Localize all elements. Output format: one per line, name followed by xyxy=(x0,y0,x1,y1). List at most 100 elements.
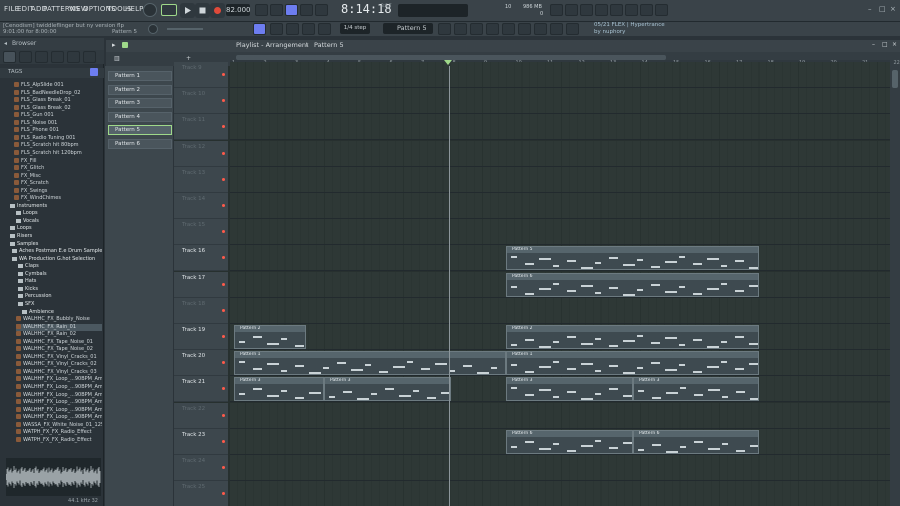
track-mute-led[interactable] xyxy=(222,99,225,103)
track-mute-led[interactable] xyxy=(222,125,225,129)
browser-file[interactable]: FLS_AlpSlide 001 xyxy=(14,82,102,89)
pat-song-toggle[interactable] xyxy=(143,3,157,17)
browser-folder[interactable]: Samples xyxy=(10,241,102,248)
browser-file[interactable]: FLS_Gun 001 xyxy=(14,112,102,119)
browser-folder[interactable]: Aches Postman E.e Drum Samples xyxy=(12,248,102,255)
track-header[interactable]: Track 22 xyxy=(174,402,228,429)
track-header[interactable]: Track 16 xyxy=(174,245,228,272)
piano-roll-icon[interactable] xyxy=(454,23,467,35)
pattern-clip[interactable]: Pattern 3 xyxy=(506,377,633,402)
pattern-clip[interactable]: Pattern 6 xyxy=(633,429,759,454)
vertical-scrollbar[interactable] xyxy=(890,66,900,506)
browser-folder[interactable]: SFX xyxy=(18,301,102,308)
step-mode-icon[interactable] xyxy=(253,23,266,35)
pattern-clip[interactable]: Pattern 6 xyxy=(506,429,633,454)
browser-file[interactable]: WALHHC_FX_Tape_Noise_02 xyxy=(16,346,102,353)
pattern-clip[interactable]: Pattern 2 xyxy=(234,325,306,349)
pattern-item[interactable]: Pattern 2 xyxy=(108,84,172,95)
browser-icon[interactable] xyxy=(502,23,515,35)
track-header[interactable]: Track 13 xyxy=(174,166,228,193)
track-mute-led[interactable] xyxy=(222,230,225,234)
track-lane[interactable] xyxy=(230,62,890,88)
browser-folder[interactable]: Kicks xyxy=(18,286,102,293)
track-mute-led[interactable] xyxy=(222,204,225,207)
pattern-selector[interactable]: Pattern 5 xyxy=(383,23,433,34)
pattern-item[interactable]: Pattern 1 xyxy=(108,71,172,81)
microphone-icon[interactable] xyxy=(565,4,578,16)
mixer-view-icon[interactable] xyxy=(486,23,499,35)
chat-icon[interactable] xyxy=(640,4,653,16)
wait-input-icon[interactable] xyxy=(270,4,283,16)
browser-file[interactable]: WATPH_FX_FX_Radio_Effect xyxy=(16,436,102,444)
master-volume-knob[interactable] xyxy=(148,24,158,34)
magnet-icon[interactable] xyxy=(318,23,331,35)
browser-folder[interactable]: Vocals xyxy=(16,218,102,225)
browser-folder[interactable]: Hats xyxy=(18,278,102,285)
track-header[interactable]: Track 21 xyxy=(174,376,228,403)
browser-all-icon[interactable] xyxy=(3,51,16,63)
menu-help[interactable]: HELP xyxy=(125,5,144,13)
track-header[interactable]: Track 18 xyxy=(174,297,228,324)
news-panel[interactable]: 05/21 FLEX | Hypertrance by nuphory xyxy=(594,22,665,36)
browser-file[interactable]: WALHHC_FX_Rain_01 xyxy=(16,323,102,331)
vst-icon[interactable] xyxy=(550,23,563,35)
browser-folder[interactable]: Ambience xyxy=(22,309,102,316)
metronome-icon[interactable] xyxy=(255,4,268,16)
track-header[interactable]: Track 11 xyxy=(174,114,228,141)
browser-file[interactable]: FLS_Glass Break_01 xyxy=(14,97,102,104)
snap-selector[interactable]: 1/4 step xyxy=(340,23,370,34)
track-lane[interactable] xyxy=(230,88,890,115)
pencil-icon[interactable] xyxy=(286,23,299,35)
browser-file[interactable]: FLS_Scratch hit 120bpm xyxy=(14,149,102,157)
waveform-preview[interactable] xyxy=(5,458,101,496)
browser-file[interactable]: FX_Fill xyxy=(14,157,102,165)
track-lane[interactable] xyxy=(230,166,890,193)
browser-file[interactable]: WALHHC_FX_Bubbly_Noise xyxy=(16,316,102,323)
browser-file[interactable]: WALHHC_FX_Vinyl_Cracks_02 xyxy=(16,361,102,368)
track-lane[interactable] xyxy=(230,481,890,506)
track-mute-led[interactable] xyxy=(222,439,225,443)
track-header[interactable]: Track 12 xyxy=(174,140,228,167)
browser-starred-icon[interactable] xyxy=(83,51,96,63)
search-icon[interactable] xyxy=(90,68,98,76)
track-header[interactable]: Track 19 xyxy=(174,324,228,350)
pattern-clip[interactable]: Pattern 5 xyxy=(506,246,759,271)
browser-file[interactable]: WALHHF_FX_Loop_...90BPM_Ambience xyxy=(16,399,102,406)
browser-file[interactable]: WALHHF_FX_Loop_...90BPM_Ambience xyxy=(16,391,102,399)
browser-folder[interactable]: Loops xyxy=(16,210,102,217)
browser-file[interactable]: WATPH_FX_FX_Radio_Effect xyxy=(16,429,102,436)
browser-back-icon[interactable]: ◂ xyxy=(4,40,7,47)
browser-folder[interactable]: WA Production G.hot Selection xyxy=(12,256,102,263)
playlist-icon[interactable] xyxy=(438,23,451,35)
channel-rack-icon[interactable] xyxy=(470,23,483,35)
browser-file[interactable]: FX_Scratch xyxy=(14,180,102,187)
browser-library-icon[interactable] xyxy=(51,51,64,63)
pattern-clip[interactable]: Pattern 1 xyxy=(234,351,506,376)
plugin-picker-icon[interactable] xyxy=(518,23,531,35)
picker-icon[interactable]: ▥ xyxy=(114,55,120,62)
track-header[interactable]: Track 20 xyxy=(174,350,228,377)
browser-folder[interactable]: Cymbals xyxy=(18,271,102,278)
touch-keyboard-icon[interactable] xyxy=(534,23,547,35)
pattern-item[interactable]: Pattern 6 xyxy=(108,139,172,149)
track-mute-led[interactable] xyxy=(222,256,225,260)
track-lane[interactable] xyxy=(230,219,890,246)
browser-file[interactable]: WALHHF_FX_Loop_...90BPM_Ambience xyxy=(16,376,102,383)
pattern-clip[interactable]: Pattern 3 xyxy=(324,377,451,402)
browser-folder[interactable]: Percussion xyxy=(18,293,102,300)
add-track-icon[interactable]: + xyxy=(186,55,191,62)
browser-file[interactable]: WALHHC_FX_Tape_Noise_01 xyxy=(16,338,102,346)
song-mode-icon[interactable] xyxy=(161,4,177,16)
browser-folder[interactable]: Instruments xyxy=(10,203,102,210)
track-mute-led[interactable] xyxy=(222,413,225,417)
playhead-marker[interactable] xyxy=(444,60,452,65)
undo-history-icon[interactable] xyxy=(550,4,563,16)
track-mute-led[interactable] xyxy=(222,466,225,469)
browser-file[interactable]: FLS_Glass Break_02 xyxy=(14,104,102,112)
track-header[interactable]: Track 10 xyxy=(174,88,228,115)
browser-file[interactable]: WALHHC_FX_Vinyl_Cracks_03 xyxy=(16,368,102,376)
browser-file[interactable]: FLS_Radio Tuning 001 xyxy=(14,134,102,142)
track-mute-led[interactable] xyxy=(222,361,225,365)
browser-file[interactable]: FX_Glitch xyxy=(14,165,102,172)
browser-file[interactable]: FLS_Phone 001 xyxy=(14,127,102,134)
